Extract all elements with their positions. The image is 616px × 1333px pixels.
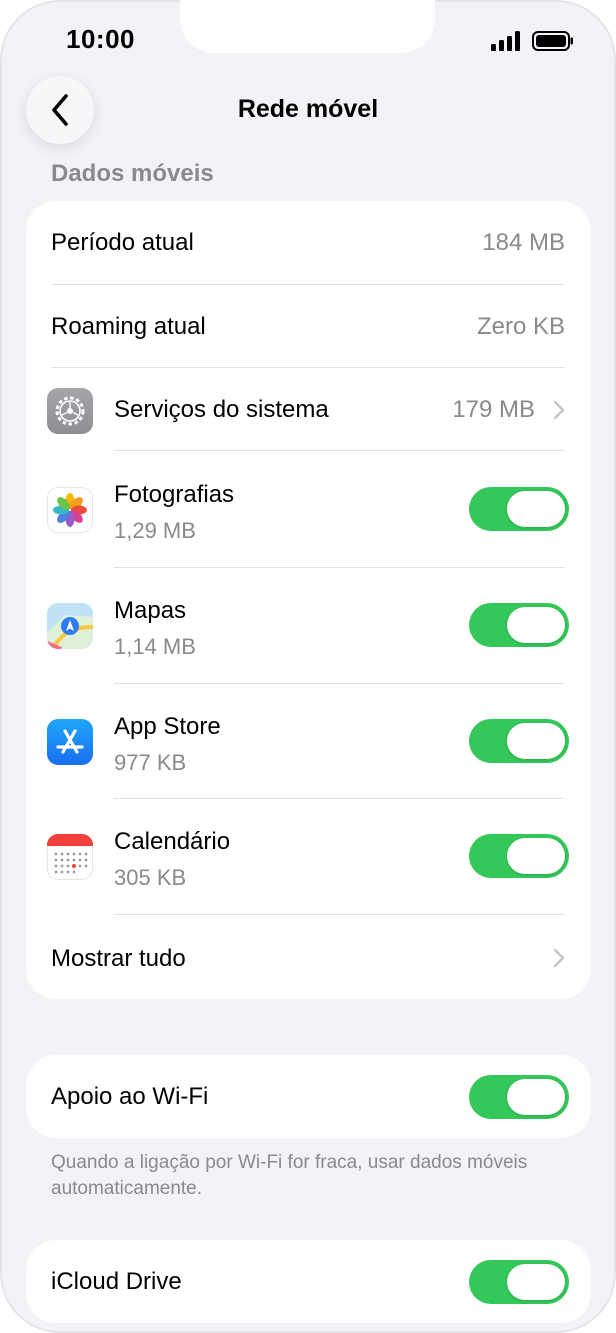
wifi-assist-note: Quando a ligação por Wi-Fi for fraca, us… [51, 1152, 528, 1199]
system-services-value: 179 MB [452, 396, 535, 423]
chevron-right-icon [553, 948, 565, 968]
cellular-signal-icon [491, 31, 523, 51]
section-header: Dados móveis [51, 160, 214, 187]
app-store-toggle[interactable] [469, 719, 569, 763]
photos-toggle[interactable] [469, 487, 569, 531]
calendar-toggle[interactable] [469, 834, 569, 878]
app-usage: 1,29 MB [114, 518, 196, 543]
chevron-right-icon [553, 400, 565, 420]
app-store-icon [47, 719, 93, 765]
status-bar: 10:00 [0, 0, 616, 80]
battery-icon [532, 31, 573, 51]
calendar-icon [47, 834, 93, 880]
current-period-row: Período atual 184 MB [26, 201, 591, 285]
app-row-maps: Mapas 1,14 MB [26, 567, 591, 683]
phone-screen: 10:00 Rede móvel Dados móveis Período at… [0, 0, 616, 1333]
app-usage: 977 KB [114, 750, 187, 775]
icloud-drive-label: iCloud Drive [51, 1268, 182, 1295]
app-row-calendar: Calendário 305 KB [26, 798, 591, 914]
system-services-label: Serviços do sistema [114, 396, 329, 423]
current-period-value: 184 MB [482, 229, 565, 256]
app-name: Fotografias [114, 481, 235, 508]
notch [180, 0, 435, 53]
wifi-assist-label: Apoio ao Wi-Fi [51, 1083, 209, 1110]
app-name: App Store [114, 713, 221, 740]
app-row-app-store: App Store 977 KB [26, 683, 591, 799]
current-period-label: Período atual [51, 229, 194, 256]
wifi-assist-card: Apoio ao Wi-Fi [26, 1055, 591, 1138]
roaming-label: Roaming atual [51, 313, 206, 340]
maps-toggle[interactable] [469, 603, 569, 647]
icloud-drive-toggle[interactable] [469, 1260, 569, 1304]
app-usage: 1,14 MB [114, 634, 196, 659]
app-row-photos: Fotografias 1,29 MB [26, 451, 591, 567]
roaming-row: Roaming atual Zero KB [26, 285, 591, 368]
system-services-row[interactable]: Serviços do sistema 179 MB [26, 368, 591, 451]
navigation-bar: Rede móvel [0, 70, 616, 150]
photos-icon [47, 487, 93, 533]
mobile-data-card: Período atual 184 MB Roaming atual Zero … [26, 201, 591, 999]
status-time: 10:00 [66, 24, 135, 54]
show-all-label: Mostrar tudo [51, 945, 186, 972]
page-title: Rede móvel [237, 95, 379, 123]
maps-icon [47, 603, 93, 649]
app-name: Calendário [114, 828, 231, 855]
settings-gear-icon [47, 388, 93, 434]
app-usage: 305 KB [114, 865, 187, 890]
icloud-drive-card: iCloud Drive [26, 1240, 591, 1323]
show-all-row[interactable]: Mostrar tudo [26, 915, 591, 999]
app-name: Mapas [114, 597, 187, 624]
wifi-assist-toggle[interactable] [469, 1075, 569, 1119]
roaming-value: Zero KB [476, 313, 565, 340]
